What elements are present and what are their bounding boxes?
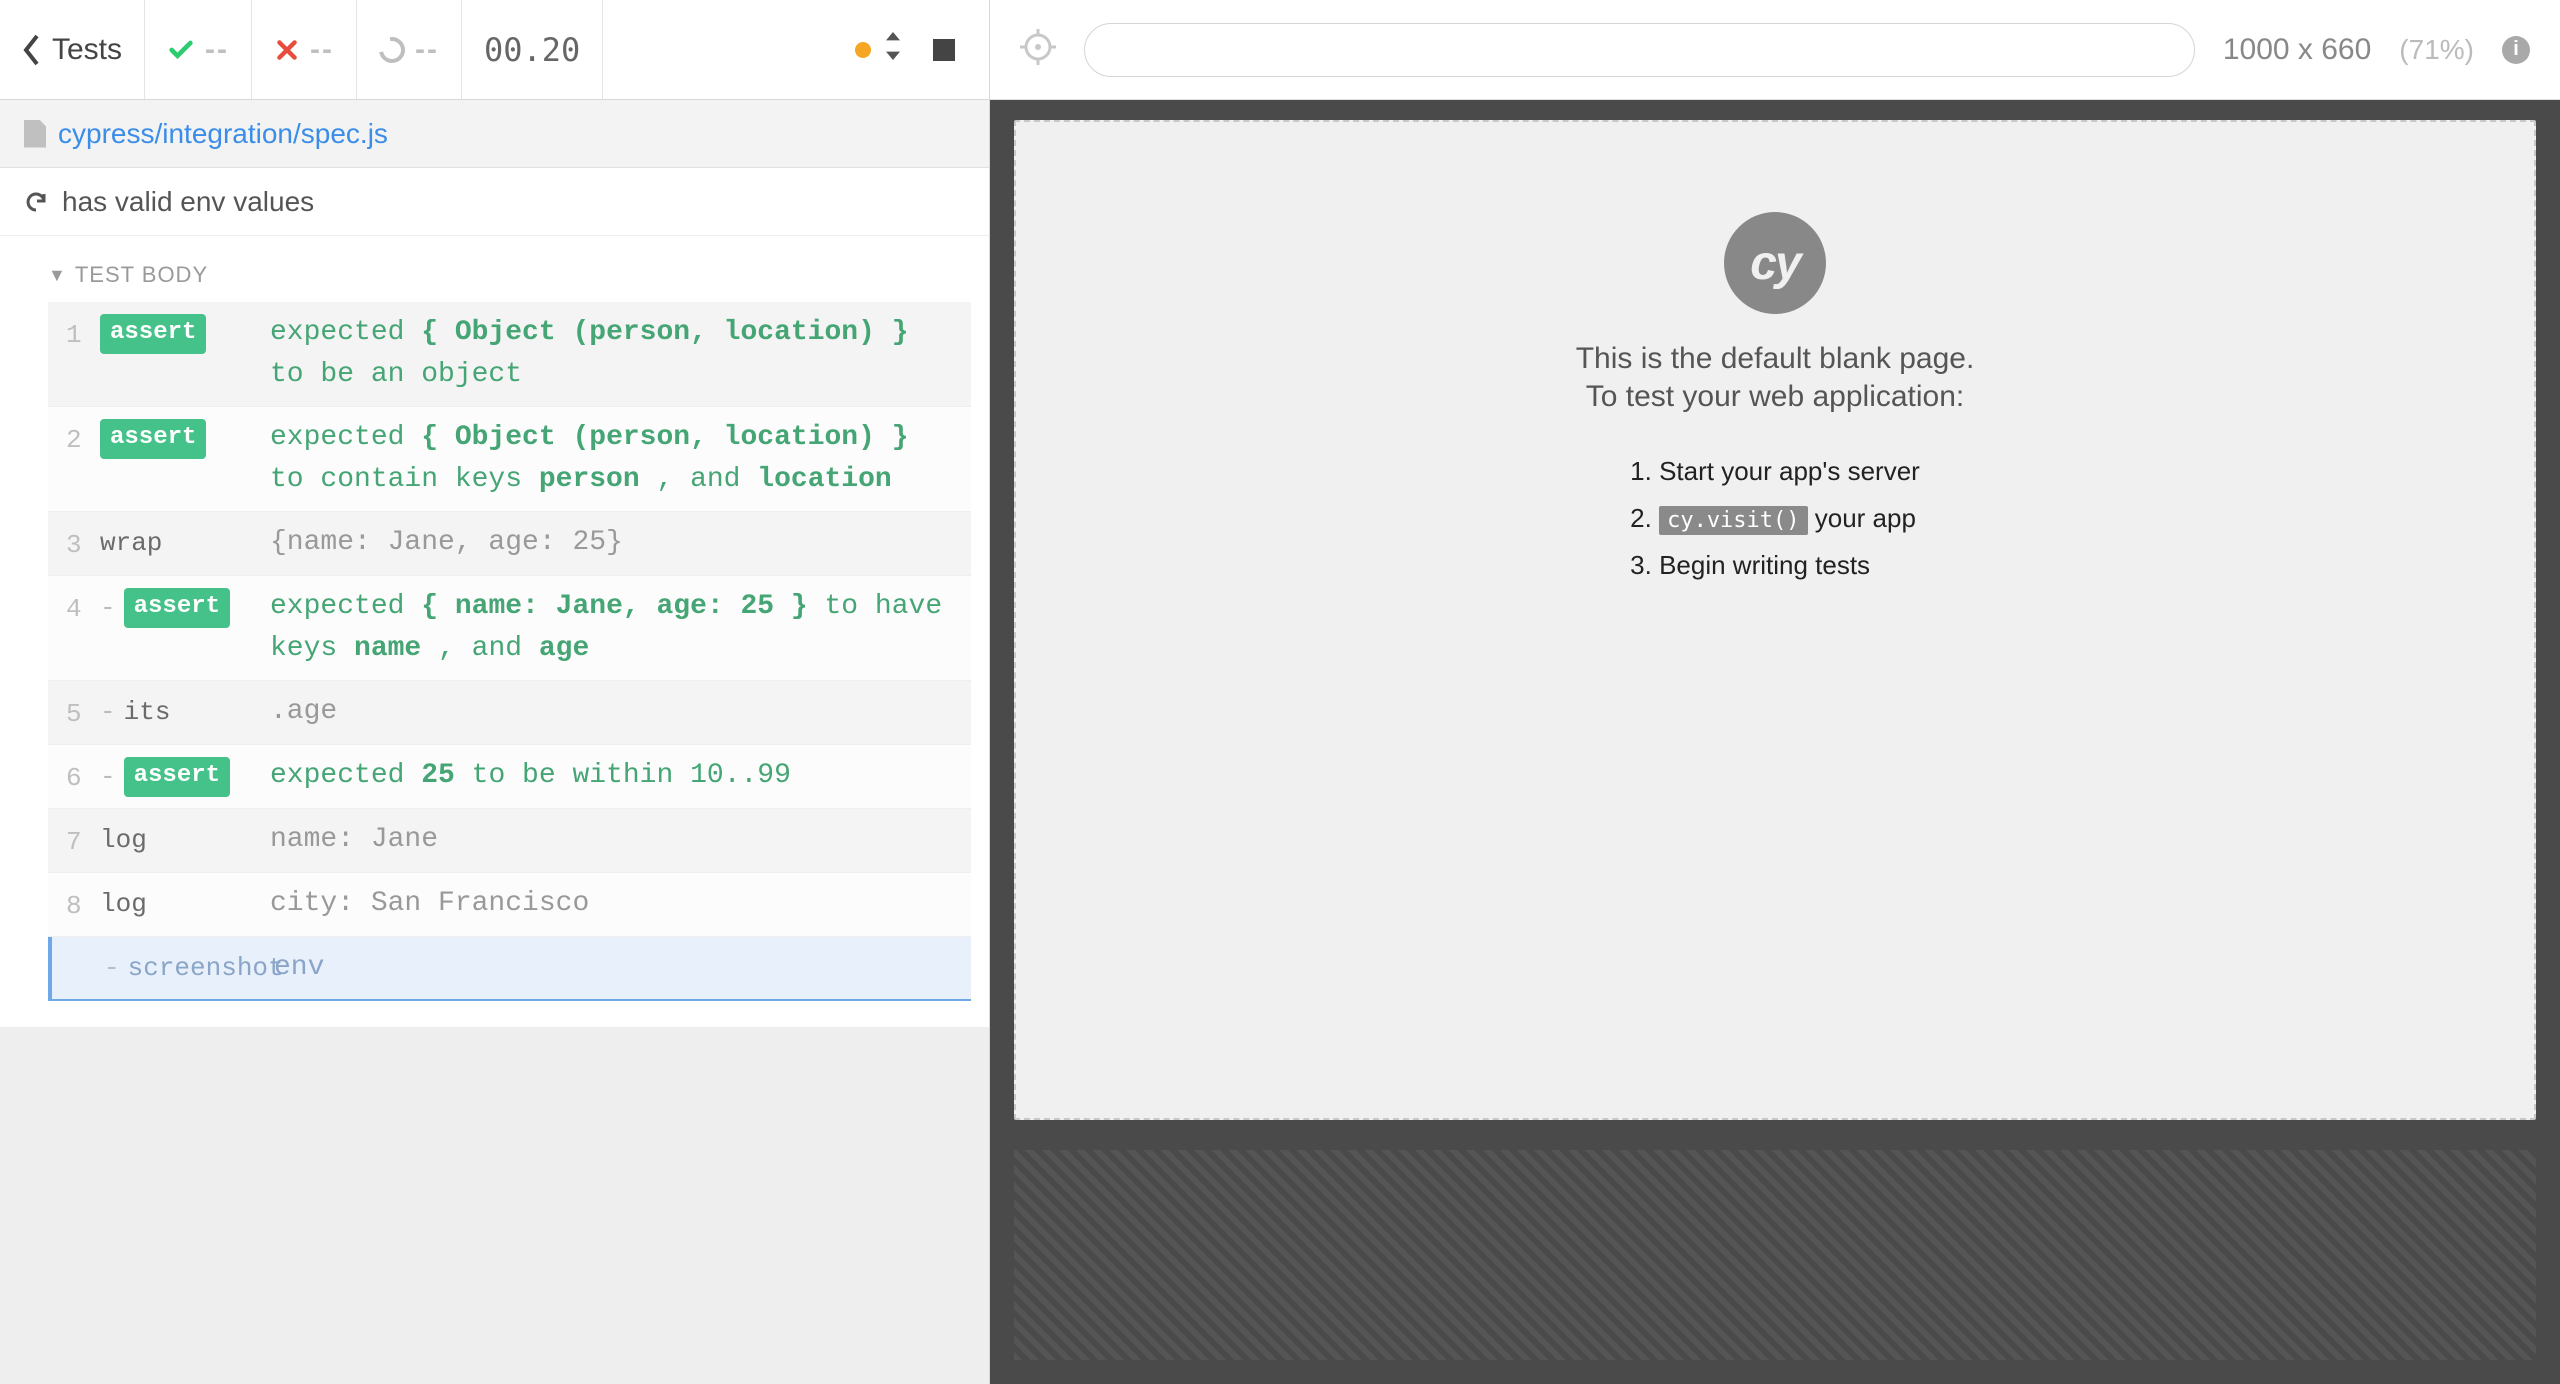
command-name: assert — [100, 586, 270, 628]
step-1: Start your app's server — [1630, 448, 1920, 495]
timer: 00.20 — [462, 0, 603, 99]
timer-value: 00.20 — [484, 31, 580, 69]
command-row[interactable]: 6 assert expected 25 to be within 10..99 — [48, 745, 971, 809]
crosshair-icon — [1020, 29, 1056, 65]
test-body-label: TEST BODY — [75, 262, 208, 288]
command-number: 1 — [66, 312, 100, 355]
amber-dot-icon — [855, 42, 871, 58]
cypress-logo: cy — [1724, 212, 1826, 314]
command-message: .age — [270, 691, 953, 733]
command-name: log — [100, 883, 270, 924]
pending-icon — [374, 31, 410, 67]
reporter-pane: Tests -- -- -- 00.20 — [0, 0, 990, 1384]
run-controls — [821, 0, 989, 99]
command-name: screenshot — [104, 947, 274, 988]
reporter-toolbar: Tests -- -- -- 00.20 — [0, 0, 989, 100]
command-message: city: San Francisco — [270, 883, 953, 925]
app-root: Tests -- -- -- 00.20 — [0, 0, 2560, 1384]
blank-page-line2: To test your web application: — [1586, 380, 1965, 414]
selector-playground-button[interactable] — [1020, 29, 1056, 70]
stop-button[interactable] — [933, 39, 955, 61]
spec-file-row[interactable]: cypress/integration/spec.js — [0, 100, 989, 168]
passed-value: -- — [205, 33, 229, 67]
check-icon — [167, 36, 195, 64]
command-message: expected { name: Jane, age: 25 } to have… — [270, 586, 953, 670]
command-row[interactable]: 7logname: Jane — [48, 809, 971, 873]
assert-badge: assert — [124, 757, 230, 797]
viewport-dimensions: 1000 x 660 — [2223, 33, 2371, 67]
blank-page-line1: This is the default blank page. — [1576, 342, 1975, 376]
refresh-icon — [24, 190, 48, 214]
command-number — [70, 947, 104, 951]
back-label: Tests — [52, 33, 122, 67]
step-3: Begin writing tests — [1630, 542, 1920, 589]
test-title: has valid env values — [62, 186, 314, 218]
x-icon — [274, 37, 300, 63]
command-row[interactable]: 4 assert expected { name: Jane, age: 25 } … — [48, 576, 971, 681]
command-row[interactable]: 8logcity: San Francisco — [48, 873, 971, 937]
url-input[interactable] — [1084, 23, 2195, 77]
command-message: expected { Object (person, location) } t… — [270, 417, 953, 501]
command-row[interactable]: 3wrap{name: Jane, age: 25} — [48, 512, 971, 576]
caret-down-icon: ▼ — [48, 265, 67, 286]
command-list: 1assertexpected { Object (person, locati… — [48, 302, 971, 1001]
command-name: its — [100, 691, 270, 732]
assert-badge: assert — [100, 419, 206, 459]
command-row[interactable]: 5its.age — [48, 681, 971, 745]
command-number: 3 — [66, 522, 100, 565]
command-message: expected { Object (person, location) } t… — [270, 312, 953, 396]
aut-wrap: cy This is the default blank page. To te… — [990, 100, 2560, 1384]
command-name: assert — [100, 417, 270, 459]
command-message: name: Jane — [270, 819, 953, 861]
aut-header: 1000 x 660 (71%) i — [990, 0, 2560, 100]
pending-value: -- — [415, 33, 439, 67]
blank-page-steps: Start your app's server cy.visit() your … — [1630, 448, 1920, 588]
command-message: expected 25 to be within 10..99 — [270, 755, 953, 797]
command-name: wrap — [100, 522, 270, 563]
assert-badge: assert — [100, 314, 206, 354]
failed-count[interactable]: -- — [252, 0, 357, 99]
command-number: 2 — [66, 417, 100, 460]
command-number: 4 — [66, 586, 100, 629]
failed-value: -- — [310, 33, 334, 67]
spec-path-link[interactable]: cypress/integration/spec.js — [58, 118, 388, 150]
pending-count[interactable]: -- — [357, 0, 462, 99]
command-row[interactable]: 2assert expected { Object (person, locati… — [48, 407, 971, 512]
test-body-header[interactable]: ▼ TEST BODY — [48, 244, 971, 302]
step-2-suffix: your app — [1808, 503, 1916, 533]
sort-icon — [883, 32, 903, 68]
aut-iframe-placeholder: cy This is the default blank page. To te… — [1014, 120, 2536, 1120]
command-log: ▼ TEST BODY 1assertexpected { Object (pe… — [0, 236, 989, 1027]
file-icon — [24, 120, 46, 148]
command-number: 6 — [66, 755, 100, 798]
command-name: log — [100, 819, 270, 860]
aut-pane: 1000 x 660 (71%) i cy This is the defaul… — [990, 0, 2560, 1384]
next-command-button[interactable] — [855, 32, 903, 68]
command-row-running[interactable]: screenshotenv — [48, 937, 971, 1001]
viewport-scale: (71%) — [2399, 34, 2474, 66]
command-number: 7 — [66, 819, 100, 862]
step-2: cy.visit() your app — [1630, 495, 1920, 542]
viewport-info-button[interactable]: i — [2502, 36, 2530, 64]
passed-count[interactable]: -- — [145, 0, 252, 99]
back-to-tests-button[interactable]: Tests — [0, 0, 145, 99]
command-message: {name: Jane, age: 25} — [270, 522, 953, 564]
command-message: env — [274, 947, 953, 989]
assert-badge: assert — [124, 588, 230, 628]
command-number: 8 — [66, 883, 100, 926]
command-row[interactable]: 1assert expected { Object (person, locati… — [48, 302, 971, 407]
test-title-row[interactable]: has valid env values — [0, 168, 989, 236]
command-name: assert — [100, 755, 270, 797]
cy-visit-code: cy.visit() — [1659, 506, 1807, 535]
aut-overflow-area — [1014, 1150, 2536, 1360]
command-number: 5 — [66, 691, 100, 734]
chevron-left-icon — [22, 33, 42, 67]
command-name: assert — [100, 312, 270, 354]
cypress-logo-text: cy — [1750, 236, 1799, 291]
